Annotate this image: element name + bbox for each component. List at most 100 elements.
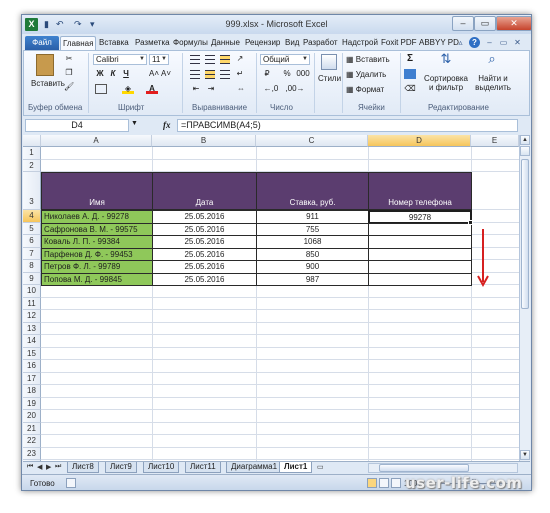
- tab-home[interactable]: Главная: [60, 36, 97, 50]
- borders-icon[interactable]: [95, 84, 107, 94]
- insert-function-icon[interactable]: fx: [163, 120, 171, 130]
- delete-cells-button[interactable]: ▦ Удалить: [346, 70, 386, 79]
- name-box-dropdown-icon[interactable]: ▼: [131, 120, 138, 127]
- table-header-name[interactable]: Имя: [41, 172, 153, 210]
- table-cell-name[interactable]: Парфенов Д. Ф. - 99453: [41, 247, 153, 261]
- increase-indent-icon[interactable]: ⇥: [205, 84, 217, 94]
- table-header-phone[interactable]: Номер телефона: [368, 172, 472, 210]
- row-header[interactable]: 12: [23, 310, 41, 323]
- underline-button[interactable]: Ч: [121, 69, 131, 79]
- scroll-up-icon[interactable]: ▲: [520, 135, 530, 145]
- row-header[interactable]: 19: [23, 397, 41, 410]
- sheet-tab-list10[interactable]: Лист10: [143, 462, 180, 473]
- fill-handle[interactable]: [468, 219, 473, 225]
- paste-icon[interactable]: [36, 54, 54, 76]
- table-cell-name[interactable]: Коваль Л. П. - 99384: [41, 235, 153, 249]
- table-cell-phone[interactable]: [368, 272, 472, 286]
- macro-record-icon[interactable]: [66, 478, 76, 488]
- bold-button[interactable]: Ж: [95, 69, 105, 79]
- row-header[interactable]: 15: [23, 347, 41, 360]
- text-orientation-icon[interactable]: ↗: [235, 54, 245, 64]
- row-header[interactable]: 10: [23, 285, 41, 298]
- row-header[interactable]: 7: [23, 247, 41, 260]
- name-box[interactable]: D4: [25, 119, 129, 132]
- sheet-tab-list8[interactable]: Лист8: [67, 462, 99, 473]
- vertical-scroll-thumb[interactable]: [521, 159, 529, 309]
- minimize-ribbon-icon[interactable]: ▵: [455, 37, 466, 48]
- normal-view-icon[interactable]: [367, 478, 377, 488]
- column-header-c[interactable]: C: [256, 135, 368, 147]
- font-size-combo[interactable]: 11 ▼: [149, 54, 169, 65]
- decrease-decimal-button[interactable]: ,00→: [284, 84, 306, 94]
- fill-color-icon[interactable]: ◈: [122, 84, 134, 94]
- tab-developer[interactable]: Разработ: [301, 36, 340, 50]
- table-cell-date[interactable]: 25.05.2016: [152, 247, 257, 261]
- row-header[interactable]: 22: [23, 435, 41, 448]
- table-cell-name[interactable]: Попова М. Д. - 99845: [41, 272, 153, 286]
- split-handle-icon[interactable]: [520, 146, 530, 156]
- row-header[interactable]: 2: [23, 159, 41, 172]
- row-header[interactable]: 17: [23, 372, 41, 385]
- prev-sheet-icon[interactable]: ◀: [37, 463, 42, 471]
- worksheet-grid[interactable]: A B C D E 1 2 3 4 5 6 7 8 9 10 11 12 13 14 15 16 17 18 19 2…: [23, 135, 519, 461]
- tab-data[interactable]: Данные: [209, 36, 242, 50]
- fill-icon[interactable]: [404, 69, 416, 79]
- help-icon[interactable]: ?: [469, 37, 480, 48]
- find-select-icon[interactable]: ⌕: [483, 52, 501, 72]
- table-cell-date[interactable]: 25.05.2016: [152, 235, 257, 249]
- align-top-icon[interactable]: [190, 55, 200, 64]
- sheet-tab-list9[interactable]: Лист9: [105, 462, 137, 473]
- row-header[interactable]: 5: [23, 222, 41, 235]
- table-cell-name[interactable]: Петров Ф. Л. - 99789: [41, 260, 153, 274]
- tab-page-layout[interactable]: Разметка: [133, 36, 172, 50]
- workbook-close-icon[interactable]: ✕: [512, 37, 523, 48]
- align-left-icon[interactable]: [190, 70, 200, 79]
- insert-sheet-icon[interactable]: ▭: [317, 463, 324, 471]
- workbook-minimize-icon[interactable]: –: [484, 37, 495, 48]
- clear-icon[interactable]: ⌫: [404, 84, 416, 94]
- tab-foxit-pdf[interactable]: Foxit PDF: [379, 36, 419, 50]
- align-middle-icon[interactable]: [205, 55, 215, 64]
- grow-font-button[interactable]: A˄: [149, 69, 159, 79]
- row-header[interactable]: 1: [23, 147, 41, 160]
- tab-formulas[interactable]: Формулы: [171, 36, 210, 50]
- copy-icon[interactable]: ❐: [64, 68, 74, 78]
- minimize-button[interactable]: –: [452, 16, 474, 31]
- table-cell-rate[interactable]: 755: [256, 222, 369, 236]
- align-bottom-icon[interactable]: [220, 55, 230, 64]
- table-cell-rate[interactable]: 911: [256, 210, 369, 224]
- tab-addins[interactable]: Надстрой: [340, 36, 380, 50]
- table-cell-name[interactable]: Николаев А. Д. - 99278: [41, 210, 153, 224]
- row-header[interactable]: 16: [23, 360, 41, 373]
- sort-filter-icon[interactable]: ⇅: [437, 52, 455, 72]
- first-sheet-icon[interactable]: ⏮: [27, 463, 33, 471]
- select-all-corner[interactable]: [23, 135, 41, 147]
- tab-file[interactable]: Файл: [25, 36, 59, 50]
- table-cell-phone[interactable]: [368, 222, 472, 236]
- tab-review[interactable]: Рецензир: [243, 36, 282, 50]
- sheet-tab-chart1[interactable]: Диаграмма1: [226, 462, 283, 473]
- table-cell-phone[interactable]: 99278: [368, 210, 472, 224]
- format-cells-button[interactable]: ▦ Формат: [346, 85, 384, 94]
- formula-input[interactable]: =ПРАВСИМВ(A4;5): [177, 119, 518, 132]
- table-cell-phone[interactable]: [368, 247, 472, 261]
- close-button[interactable]: ✕: [496, 16, 531, 31]
- table-cell-phone[interactable]: [368, 260, 472, 274]
- table-header-rate[interactable]: Ставка, руб.: [256, 172, 369, 210]
- merge-center-icon[interactable]: ⇔: [235, 84, 247, 94]
- italic-button[interactable]: К: [108, 69, 118, 79]
- row-header[interactable]: 21: [23, 422, 41, 435]
- next-sheet-icon[interactable]: ▶: [46, 463, 51, 471]
- table-cell-date[interactable]: 25.05.2016: [152, 210, 257, 224]
- vertical-scrollbar[interactable]: ▲ ▼: [519, 135, 530, 461]
- decrease-indent-icon[interactable]: ⇤: [190, 84, 202, 94]
- thousands-button[interactable]: 000: [295, 69, 311, 79]
- percent-button[interactable]: %: [282, 69, 292, 79]
- row-header[interactable]: 20: [23, 410, 41, 423]
- column-header-e[interactable]: E: [471, 135, 519, 147]
- table-cell-rate[interactable]: 987: [256, 272, 369, 286]
- row-header[interactable]: 13: [23, 322, 41, 335]
- sort-filter-button[interactable]: Сортировка и фильтр: [424, 74, 468, 92]
- row-header[interactable]: 8: [23, 260, 41, 273]
- shrink-font-button[interactable]: A˅: [161, 69, 171, 79]
